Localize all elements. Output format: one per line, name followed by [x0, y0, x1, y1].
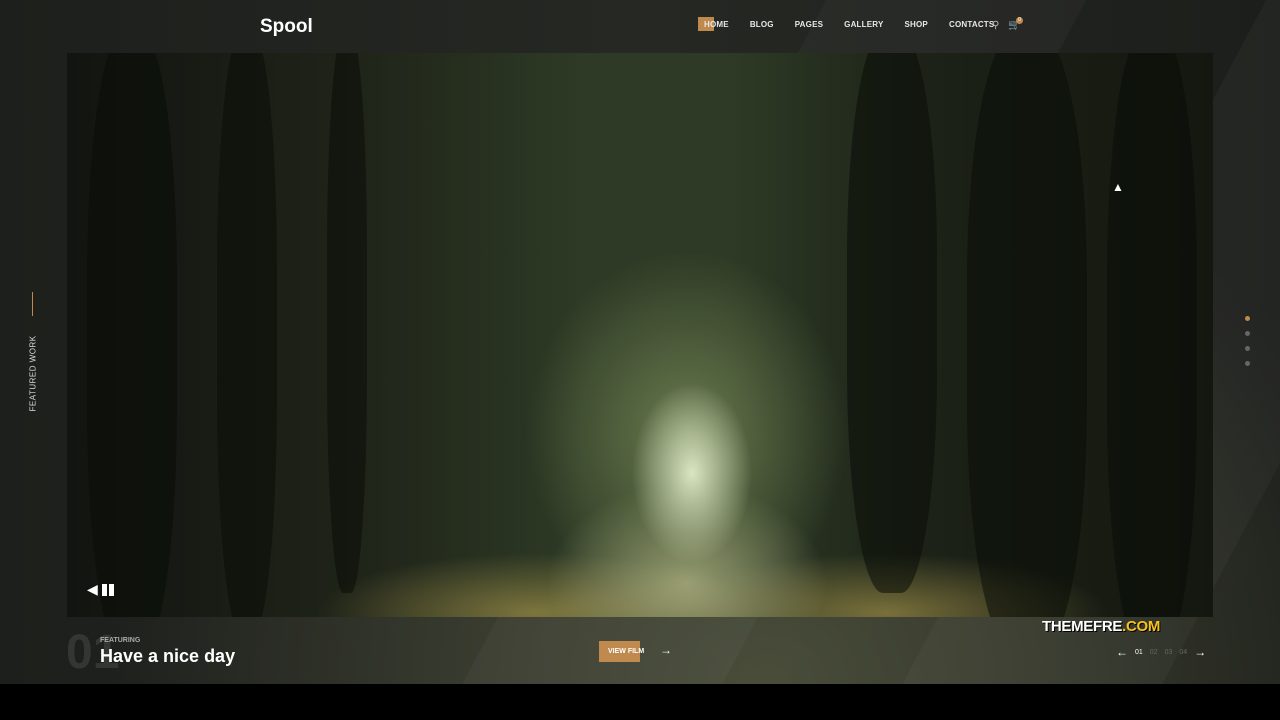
prev-arrow-icon[interactable]: ← — [1116, 645, 1128, 659]
featured-work-label: FEATURED WORK — [26, 292, 40, 412]
page-02[interactable]: 02 — [1150, 649, 1158, 656]
next-arrow-icon[interactable]: → — [1194, 645, 1206, 659]
arrow-right-icon[interactable]: → — [660, 643, 672, 657]
nav-gallery[interactable]: GALLERY — [844, 20, 883, 29]
hero-video[interactable]: ◀ — [67, 53, 1213, 617]
nav-home[interactable]: HOME — [698, 17, 729, 31]
slide-dot[interactable] — [1245, 331, 1250, 336]
featuring-label: FEATURING — [100, 637, 141, 644]
nav-blog[interactable]: BLOG — [750, 20, 774, 29]
slide-dots — [1245, 316, 1250, 376]
nav-shop[interactable]: SHOP — [904, 20, 927, 29]
page-04[interactable]: 04 — [1179, 649, 1187, 656]
page-03[interactable]: 03 — [1165, 649, 1173, 656]
volume-icon[interactable]: ◀ — [87, 581, 98, 598]
header: Spool HOME BLOG PAGES GALLERY SHOP CONTA… — [0, 0, 1280, 53]
nav-pages[interactable]: PAGES — [795, 20, 823, 29]
slide-pager: ← 01 02 03 04 → — [1116, 645, 1206, 659]
slide-title[interactable]: Have a nice day — [100, 646, 235, 667]
view-film-label[interactable]: VIEW FILM — [608, 648, 644, 655]
page-01[interactable]: 01 — [1135, 649, 1143, 656]
cart-count-badge: 0 — [1016, 17, 1023, 24]
slide-dot[interactable] — [1245, 316, 1250, 321]
search-icon[interactable]: ⚲ — [992, 20, 999, 31]
nav-contacts[interactable]: CONTACTS — [949, 20, 994, 29]
accent-line — [32, 292, 33, 316]
slide-dot[interactable] — [1245, 361, 1250, 366]
pause-icon[interactable] — [101, 583, 114, 596]
watermark: THEMEFRE.COM — [1042, 618, 1161, 635]
slide-dot[interactable] — [1245, 346, 1250, 351]
mouse-cursor-icon: ▲ — [1112, 180, 1124, 194]
main-nav: HOME BLOG PAGES GALLERY SHOP CONTACTS — [698, 17, 1015, 31]
logo[interactable]: Spool — [260, 16, 313, 38]
